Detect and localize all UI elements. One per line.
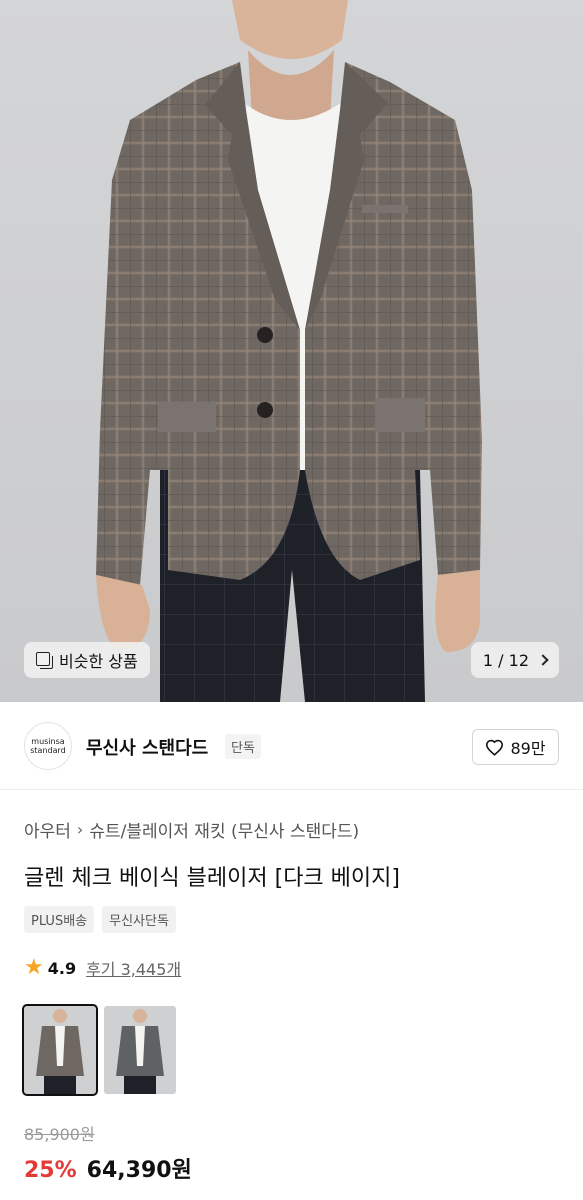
color-option-dark-beige[interactable] bbox=[22, 1004, 98, 1096]
brand-logo-line1: musinsa bbox=[31, 737, 65, 746]
breadcrumb-item-suit[interactable]: 슈트/블레이저 재킷 (무신사 스탠다드) bbox=[89, 817, 359, 842]
star-icon: ★ bbox=[24, 955, 44, 980]
sale-price: 64,390원 bbox=[86, 1158, 192, 1183]
similar-products-label: 비슷한 상품 bbox=[59, 652, 138, 671]
heart-icon bbox=[485, 739, 504, 756]
like-count: 89만 bbox=[510, 739, 546, 758]
color-options bbox=[22, 1004, 176, 1096]
product-hero-image[interactable]: 비슷한 상품 1 / 12 bbox=[0, 0, 583, 702]
similar-products-button[interactable]: 비슷한 상품 bbox=[24, 642, 150, 678]
chevron-right-icon bbox=[537, 654, 549, 666]
image-counter: 1 / 12 bbox=[482, 650, 529, 670]
review-count-link[interactable]: 후기 3,445개 bbox=[86, 956, 181, 980]
like-button[interactable]: 89만 bbox=[472, 729, 559, 765]
image-counter-button[interactable]: 1 / 12 bbox=[470, 642, 559, 678]
breadcrumb-item-outer[interactable]: 아우터 bbox=[24, 817, 71, 842]
color-option-gray[interactable] bbox=[104, 1006, 176, 1094]
price-row: 25% 64,390원 bbox=[24, 1152, 192, 1184]
brand-logo[interactable]: musinsa standard bbox=[24, 722, 72, 770]
product-title: 글렌 체크 베이식 블레이저 [다크 베이지] bbox=[24, 866, 400, 891]
discount-rate: 25% bbox=[24, 1158, 77, 1183]
tag-plus-delivery: PLUS배송 bbox=[24, 906, 95, 933]
brand-row: musinsa standard 무신사 스탠다드 단독 89만 bbox=[0, 702, 583, 790]
brand-name[interactable]: 무신사 스탠다드 bbox=[86, 734, 208, 760]
rating-row: ★ 4.9 후기 3,445개 bbox=[24, 956, 181, 980]
chevron-right-icon: › bbox=[76, 820, 84, 839]
breadcrumb: 아우터 › 슈트/블레이저 재킷 (무신사 스탠다드) bbox=[24, 817, 359, 842]
thumb-gray-image bbox=[104, 1006, 176, 1094]
brand-logo-line2: standard bbox=[30, 746, 66, 755]
thumb-dark-beige-image bbox=[24, 1006, 96, 1094]
original-price: 85,900원 bbox=[24, 1125, 95, 1144]
product-tags: PLUS배송 무신사단독 bbox=[24, 906, 176, 933]
similar-products-icon bbox=[36, 651, 53, 669]
tag-exclusive: 무신사단독 bbox=[102, 906, 176, 933]
rating-value: 4.9 bbox=[47, 958, 77, 978]
exclusive-badge: 단독 bbox=[225, 734, 261, 759]
product-photo bbox=[0, 0, 583, 702]
